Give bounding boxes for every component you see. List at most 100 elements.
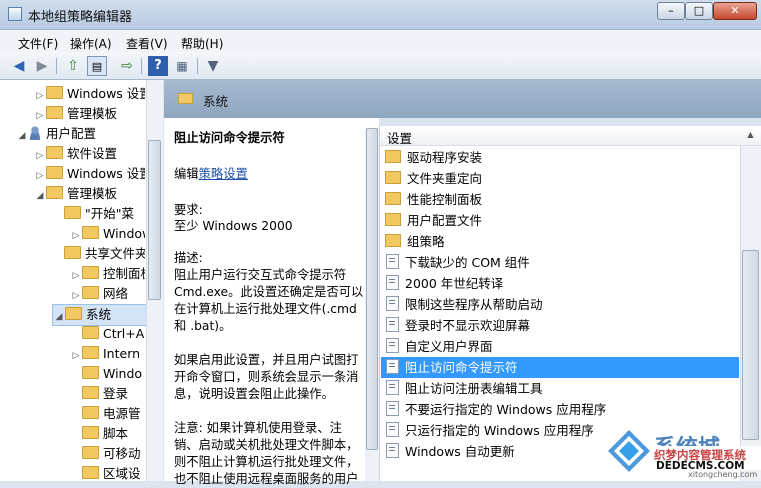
- tree-item[interactable]: 脚本: [70, 424, 145, 444]
- policy-row[interactable]: 限制这些程序从帮助启动: [381, 294, 739, 315]
- menu-help[interactable]: 帮助(H): [181, 35, 223, 52]
- scroll-up-icon[interactable]: ▲: [742, 126, 759, 144]
- menu-view[interactable]: 查看(V): [126, 35, 168, 52]
- policy-icon: [386, 296, 399, 311]
- back-arrow-icon[interactable]: ◀: [9, 56, 29, 76]
- policy-row[interactable]: 登录时不显示欢迎屏幕: [381, 315, 739, 336]
- list-item-label: 2000 年世纪转译: [405, 276, 504, 291]
- settings-column-header[interactable]: [380, 126, 761, 146]
- tree-item-label: 系统: [86, 307, 112, 322]
- folder-icon: [82, 266, 99, 279]
- folder-icon: [46, 106, 63, 119]
- watermark-url: xitongcheng.com: [688, 470, 758, 479]
- properties-icon[interactable]: ▦: [172, 56, 192, 76]
- tree-item[interactable]: ▷ 网络: [70, 284, 145, 304]
- expand-arrow-icon[interactable]: ▷: [70, 286, 82, 304]
- policy-icon: [386, 422, 399, 437]
- tree-item-label: Windo: [103, 366, 143, 381]
- settings-folder-row[interactable]: 性能控制面板: [381, 189, 739, 210]
- policy-row[interactable]: 阻止访问命令提示符: [381, 357, 739, 378]
- tree-item-label: 管理模板: [67, 106, 118, 121]
- tree-item[interactable]: ▷ 管理模板: [34, 104, 145, 124]
- tree-item-label: 登录: [103, 386, 129, 401]
- tree-item[interactable]: ▷ Intern: [70, 344, 145, 364]
- policy-row[interactable]: 下载缺少的 COM 组件: [381, 252, 739, 273]
- list-item-label: 性能控制面板: [407, 192, 483, 207]
- tree-item[interactable]: 可移动: [70, 444, 145, 464]
- maximize-button[interactable]: □: [685, 2, 713, 20]
- description-scroll-thumb[interactable]: [366, 128, 378, 450]
- tree-item[interactable]: ▷ Windows 设置: [34, 164, 145, 184]
- tree-item[interactable]: ▷ Windows 设置: [34, 84, 145, 104]
- tree-item[interactable]: Ctrl+A: [70, 324, 145, 344]
- tree-item[interactable]: ▷ 软件设置: [34, 144, 145, 164]
- expand-arrow-icon[interactable]: ▷: [70, 266, 82, 284]
- tree-item[interactable]: ◢ 用户配置: [16, 124, 145, 144]
- tree-item[interactable]: ◢ 系统: [52, 304, 147, 326]
- tree-item-label: Intern: [103, 346, 141, 361]
- expand-arrow-icon[interactable]: ▷: [34, 86, 46, 104]
- list-item-label: 驱动程序安装: [407, 150, 483, 165]
- tree-item[interactable]: 共享文件夹: [52, 244, 145, 264]
- list-item-label: 不要运行指定的 Windows 应用程序: [405, 402, 607, 417]
- toolbar-separator: [56, 58, 57, 74]
- close-button[interactable]: ✕: [713, 2, 757, 20]
- policy-row[interactable]: 不要运行指定的 Windows 应用程序: [381, 399, 739, 420]
- list-item-label: 登录时不显示欢迎屏幕: [405, 318, 531, 333]
- tree-item[interactable]: 登录: [70, 384, 145, 404]
- folder-icon: [46, 166, 63, 179]
- forward-arrow-icon[interactable]: ▶: [32, 56, 52, 76]
- toolbar: [0, 52, 761, 80]
- list-item-label: 组策略: [407, 234, 445, 249]
- list-item-label: 自定义用户界面: [405, 339, 493, 354]
- up-folder-icon[interactable]: ⇧: [63, 56, 83, 76]
- list-scroll-thumb[interactable]: [742, 250, 759, 440]
- expand-arrow-icon[interactable]: ▷: [70, 346, 82, 364]
- show-tree-icon[interactable]: ▤: [87, 56, 107, 76]
- expand-arrow-icon[interactable]: ▷: [34, 146, 46, 164]
- description-text-line: 阻止用户运行交互式命令提示符: [174, 268, 347, 282]
- help-icon[interactable]: ?: [148, 56, 168, 76]
- policy-icon: [386, 401, 399, 416]
- tree-item[interactable]: "开始"菜: [52, 204, 145, 224]
- expand-arrow-icon[interactable]: ◢: [16, 126, 28, 144]
- tree-item[interactable]: Windo: [70, 364, 145, 384]
- export-icon[interactable]: ⇨: [117, 56, 137, 76]
- minimize-button[interactable]: –: [657, 2, 685, 20]
- menu-bar: [0, 30, 761, 52]
- policy-row[interactable]: 自定义用户界面: [381, 336, 739, 357]
- policy-row[interactable]: 2000 年世纪转译: [381, 273, 739, 294]
- description-text-line: 在计算机上运行批处理文件(.cmd: [174, 302, 357, 316]
- policy-row[interactable]: 阻止访问注册表编辑工具: [381, 378, 739, 399]
- tree-item[interactable]: ▷ 控制面板: [70, 264, 145, 284]
- tree-item[interactable]: 区域设: [70, 464, 145, 484]
- tree-item-label: 区域设: [103, 466, 141, 481]
- list-item-label: 只运行指定的 Windows 应用程序: [405, 423, 594, 438]
- menu-action[interactable]: 操作(A): [70, 35, 112, 52]
- expand-arrow-icon[interactable]: ◢: [53, 307, 65, 325]
- filter-icon[interactable]: ▼: [203, 56, 223, 76]
- folder-icon: [64, 206, 81, 219]
- enabled-text-line: 开命令窗口，则系统会显示一条消: [174, 370, 359, 384]
- tree-item[interactable]: ▷ Windows: [70, 224, 145, 244]
- edit-policy-link[interactable]: 策略设置: [199, 167, 248, 181]
- folder-icon: [385, 234, 401, 247]
- expand-arrow-icon[interactable]: ◢: [34, 186, 46, 204]
- note-text-line: 注意: 如果计算机使用登录、注: [174, 421, 342, 435]
- policy-icon: [386, 443, 399, 458]
- folder-icon: [64, 246, 81, 259]
- folder-icon: [82, 406, 99, 419]
- settings-folder-row[interactable]: 文件夹重定向: [381, 168, 739, 189]
- current-node-label: 系统: [203, 94, 229, 109]
- menu-file[interactable]: 文件(F): [18, 35, 58, 52]
- expand-arrow-icon[interactable]: ▷: [34, 106, 46, 124]
- tree-scroll-thumb[interactable]: [148, 140, 161, 300]
- tree-item[interactable]: ◢ 管理模板: [34, 184, 145, 204]
- settings-folder-row[interactable]: 组策略: [381, 231, 739, 252]
- expand-arrow-icon[interactable]: ▷: [34, 166, 46, 184]
- settings-folder-row[interactable]: 用户配置文件: [381, 210, 739, 231]
- expand-arrow-icon[interactable]: ▷: [70, 226, 82, 244]
- tree-item[interactable]: 电源管: [70, 404, 145, 424]
- folder-icon: [65, 307, 82, 320]
- settings-folder-row[interactable]: 驱动程序安装: [381, 147, 739, 168]
